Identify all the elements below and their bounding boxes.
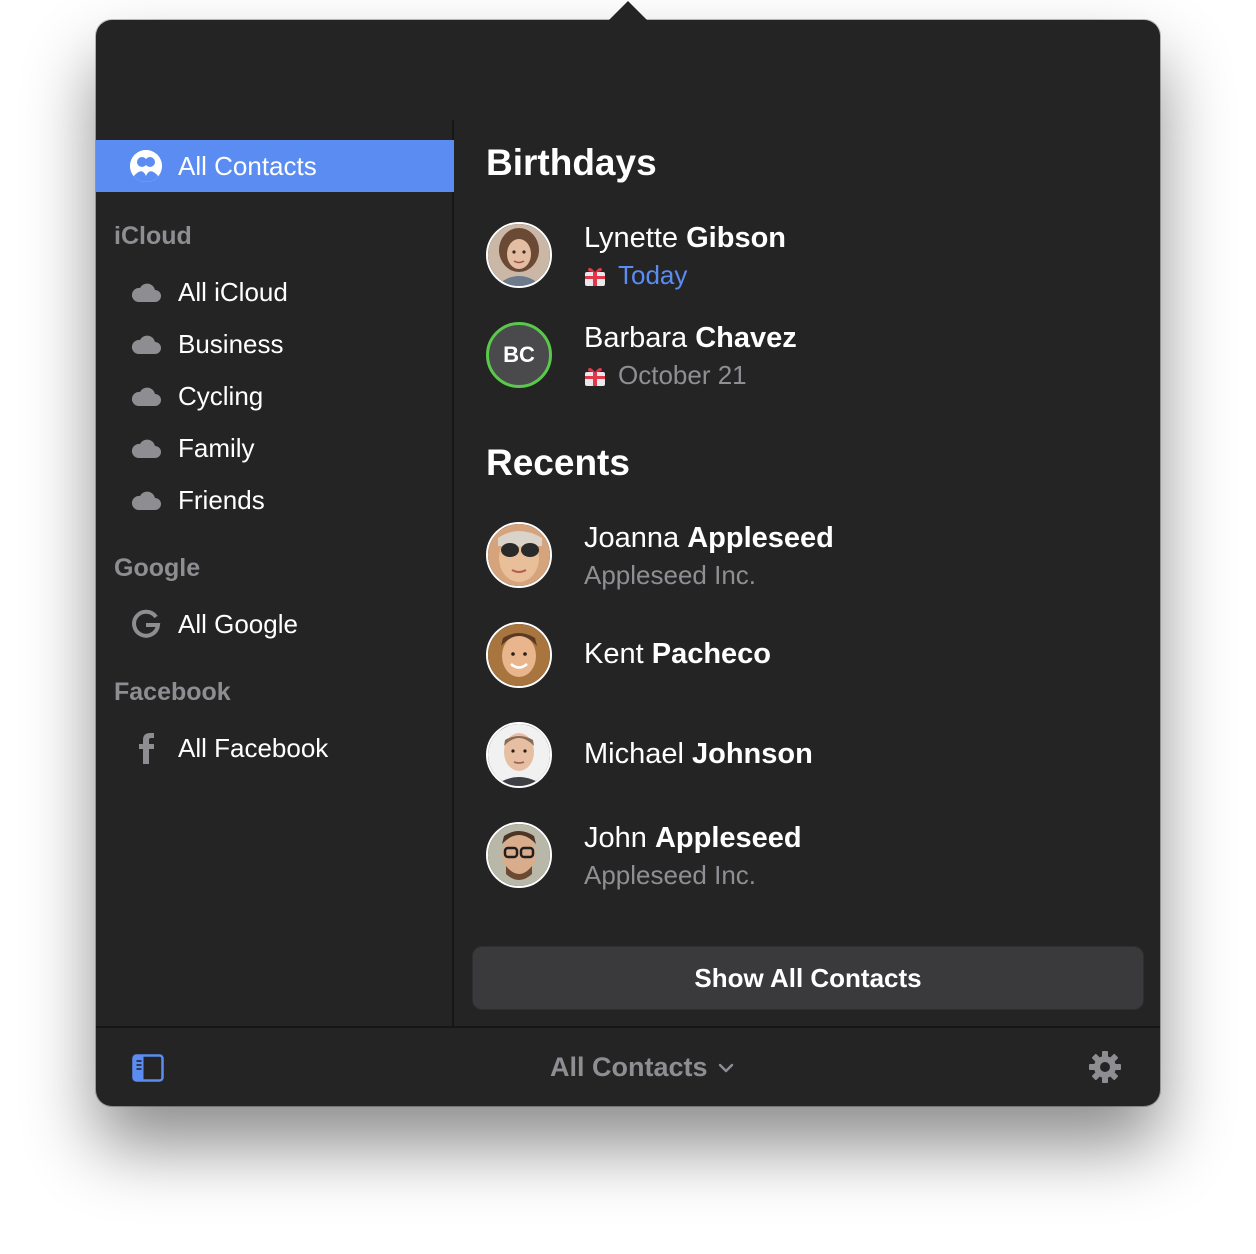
sidebar-item-label: Family — [178, 432, 255, 463]
popover-arrow — [608, 1, 648, 21]
facebook-icon — [130, 732, 162, 764]
avatar — [486, 222, 552, 288]
first-name: Joanna — [584, 522, 680, 554]
sidebar-item-label: All Facebook — [178, 732, 329, 763]
sidebar-item-all-google[interactable]: All Google — [130, 604, 298, 644]
sidebar-item-label: Cycling — [178, 380, 264, 411]
cloud-icon — [130, 484, 162, 516]
cloud-icon — [130, 380, 162, 412]
scope-selector[interactable]: All Contacts — [550, 1052, 736, 1083]
birthday-row-lynette-gibson[interactable]: Lynette Gibson Today — [486, 222, 1146, 292]
contact-name: Kent Pacheco — [584, 638, 771, 671]
contact-name: John Appleseed — [584, 822, 802, 855]
birthday-date-text: Today — [618, 260, 688, 290]
initials: BC — [503, 342, 535, 367]
first-name: John — [584, 822, 647, 854]
last-name: Appleseed — [687, 522, 834, 554]
cloud-icon — [130, 328, 162, 360]
contact-company: Appleseed Inc. — [584, 860, 757, 890]
bottom-bar: All Contacts — [96, 1026, 1160, 1106]
sidebar-item-family[interactable]: Family — [130, 428, 255, 468]
sidebar-item-label: All Google — [178, 608, 298, 639]
first-name: Barbara — [584, 322, 688, 354]
contacts-icon — [130, 150, 162, 182]
contact-company: Appleseed Inc. — [584, 560, 757, 590]
recent-row-michael-johnson[interactable]: Michael Johnson — [486, 722, 1146, 792]
recent-row-kent-pacheco[interactable]: Kent Pacheco — [486, 622, 1146, 692]
last-name: Gibson — [686, 222, 787, 254]
contact-name: Michael Johnson — [584, 738, 813, 771]
contact-name: Joanna Appleseed — [584, 522, 834, 555]
cloud-icon — [130, 432, 162, 464]
section-header-icloud: iCloud — [114, 222, 192, 250]
section-header-google: Google — [114, 554, 201, 582]
avatar-initials: BC — [486, 322, 552, 388]
avatar — [486, 622, 552, 688]
sidebar-item-label: Friends — [178, 484, 265, 515]
sidebar-item-all-facebook[interactable]: All Facebook — [130, 728, 328, 768]
avatar — [486, 722, 552, 788]
birthday-date: October 21 — [584, 360, 747, 391]
first-name: Lynette — [584, 222, 679, 254]
sidebar-item-cycling[interactable]: Cycling — [130, 376, 263, 416]
scope-label: All Contacts — [550, 1052, 708, 1082]
last-name: Chavez — [695, 322, 797, 354]
chevron-down-icon — [718, 1063, 733, 1072]
sidebar-item-all-icloud[interactable]: All iCloud — [130, 272, 288, 312]
last-name: Appleseed — [654, 822, 802, 854]
sidebar-item-label: All Contacts — [178, 150, 317, 181]
sidebar-item-label: Business — [178, 328, 284, 359]
recent-row-john-appleseed[interactable]: John Appleseed Appleseed Inc. — [486, 822, 1146, 892]
first-name: Michael — [584, 738, 684, 770]
sidebar-item-friends[interactable]: Friends — [130, 480, 265, 520]
contact-name: Barbara Chavez — [584, 322, 797, 355]
sidebar-item-all-contacts[interactable]: All Contacts — [96, 140, 454, 192]
avatar — [486, 822, 552, 888]
gift-icon — [585, 267, 605, 286]
birthday-date-text: October 21 — [618, 360, 747, 390]
recent-row-joanna-appleseed[interactable]: Joanna Appleseed Appleseed Inc. — [486, 522, 1146, 592]
avatar — [486, 522, 552, 588]
contact-name: Lynette Gibson — [584, 222, 786, 255]
birthday-date: Today — [584, 260, 687, 291]
last-name: Pacheco — [651, 638, 772, 670]
sidebar: All Contacts iCloud All iCloud Business … — [96, 120, 454, 1026]
sidebar-toggle-icon[interactable] — [132, 1054, 164, 1082]
birthday-row-barbara-chavez[interactable]: BC Barbara Chavez October 21 — [486, 322, 1146, 392]
sidebar-item-label: All iCloud — [178, 276, 288, 307]
birthdays-heading: Birthdays — [486, 142, 657, 183]
gift-icon — [585, 367, 605, 386]
cloud-icon — [130, 276, 162, 308]
sidebar-item-business[interactable]: Business — [130, 324, 284, 364]
gear-icon[interactable] — [1088, 1050, 1122, 1084]
contacts-popover: All Contacts iCloud All iCloud Business … — [96, 1, 1160, 1106]
show-all-contacts-button[interactable]: Show All Contacts — [472, 946, 1144, 1010]
first-name: Kent — [584, 638, 644, 670]
google-icon — [130, 608, 162, 640]
recents-heading: Recents — [486, 442, 630, 483]
last-name: Johnson — [692, 738, 813, 770]
section-header-facebook: Facebook — [114, 678, 231, 706]
